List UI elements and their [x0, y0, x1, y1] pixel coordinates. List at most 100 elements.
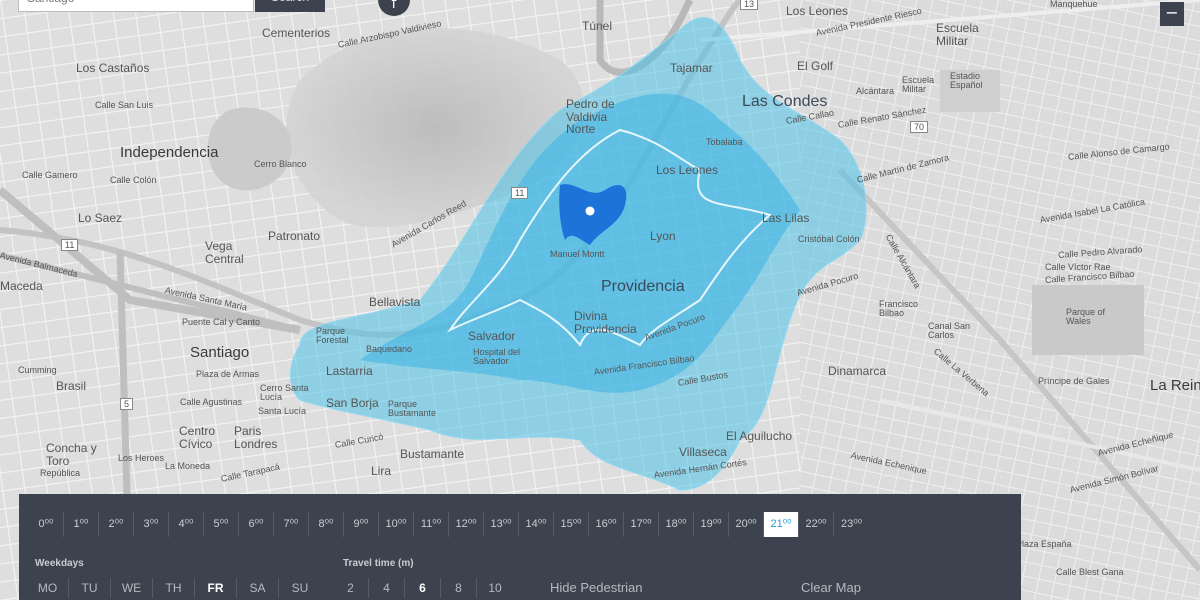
place-label-pedro-valdivia: Pedro de Valdivia Norte [566, 97, 615, 137]
hour-option[interactable]: 9⁰⁰ [344, 512, 379, 537]
weekday-option[interactable]: SA [237, 578, 279, 598]
place-label-la-moneda: La Moneda [165, 461, 211, 471]
place-label-las-condes: Las Condes [742, 93, 828, 110]
place-label-santa-lucia: Santa Lucía [258, 406, 307, 416]
weekday-option[interactable]: FR [195, 578, 237, 598]
place-label-lira: Lira [371, 464, 392, 478]
place-label-escuela-militar: Escuela Militar [936, 21, 979, 48]
locate-icon: f [391, 0, 397, 12]
travel-time-option[interactable]: 2 [333, 578, 369, 598]
place-label-parque-principe: Parque of Wales [1066, 307, 1106, 327]
travel-time-label: Travel time (m) [343, 558, 414, 569]
hour-option[interactable]: 0⁰⁰ [29, 512, 64, 537]
search-input[interactable]: Santiago [18, 0, 254, 12]
zoom-out-button[interactable]: − [1160, 2, 1184, 26]
place-label-santiago: Santiago [190, 344, 250, 361]
hour-option[interactable]: 13⁰⁰ [484, 512, 519, 537]
route-shield: 11 [511, 187, 529, 199]
place-label-tobalaba: Tobalaba [706, 137, 743, 147]
street-label-st-agustinas: Calle Agustinas [180, 397, 243, 407]
travel-time-option[interactable]: 8 [441, 578, 477, 598]
place-label-los-castanos: Los Castaños [76, 61, 150, 75]
route-shield: 70 [910, 121, 929, 133]
place-label-cementerios: Cementerios [262, 26, 331, 40]
weekday-selector: MO TU WE TH FR SA SU [27, 578, 321, 598]
time-control-panel: 0⁰⁰ 1⁰⁰ 2⁰⁰ 3⁰⁰ 4⁰⁰ 5⁰⁰ 6⁰⁰ 7⁰⁰ 8⁰⁰ 9⁰⁰ 10⁰⁰ 11⁰⁰ 12… [19, 494, 1021, 600]
origin-marker [585, 206, 595, 216]
place-label-la-reina: La Reina [1150, 377, 1200, 394]
route-shield: 13 [740, 0, 759, 10]
hide-pedestrian-button[interactable]: Hide Pedestrian [550, 580, 643, 595]
hour-option[interactable]: 21⁰⁰ [764, 512, 799, 537]
place-label-lastarria: Lastarria [326, 364, 373, 378]
place-label-vega-central: Vega Central [205, 239, 244, 266]
weekday-option[interactable]: TU [69, 578, 111, 598]
street-label-st-bandera: Puente Cal y Canto [182, 317, 261, 327]
hour-option[interactable]: 5⁰⁰ [204, 512, 239, 537]
street-label-st-san-luis: Calle San Luis [95, 100, 154, 110]
place-label-lyon: Lyon [650, 229, 676, 243]
hour-option[interactable]: 4⁰⁰ [169, 512, 204, 537]
weekday-option[interactable]: WE [111, 578, 153, 598]
travel-time-option[interactable]: 4 [369, 578, 405, 598]
hour-option[interactable]: 3⁰⁰ [134, 512, 169, 537]
place-label-san-borja: San Borja [326, 396, 379, 410]
place-label-los-leones-n: Los Leones [786, 4, 849, 18]
place-label-cerro-blanco: Cerro Blanco [254, 159, 307, 169]
hour-option[interactable]: 22⁰⁰ [799, 512, 834, 537]
place-label-el-aguilucho: El Aguilucho [726, 429, 793, 443]
route-shield: 11 [61, 239, 79, 251]
weekday-option[interactable]: MO [27, 578, 69, 598]
place-label-lo-saez: Lo Saez [78, 211, 123, 225]
hour-selector: 0⁰⁰ 1⁰⁰ 2⁰⁰ 3⁰⁰ 4⁰⁰ 5⁰⁰ 6⁰⁰ 7⁰⁰ 8⁰⁰ 9⁰⁰ 10⁰⁰ 11⁰⁰ 12… [29, 512, 869, 537]
place-label-brasil: Brasil [56, 379, 87, 393]
place-label-maceda: Maceda [0, 279, 43, 293]
hour-option[interactable]: 1⁰⁰ [64, 512, 99, 537]
hour-option[interactable]: 19⁰⁰ [694, 512, 729, 537]
place-label-independencia: Independencia [120, 144, 219, 161]
street-label-st-heroes: Los Heroes [118, 453, 165, 463]
place-label-cerro-santa-lucia: Cerro Santa Lucía [260, 383, 309, 403]
place-label-canal-san-carlos: Canal San Carlos [928, 321, 971, 341]
place-label-cristobal-colon: Cristóbal Colón [798, 234, 860, 244]
hour-option[interactable]: 17⁰⁰ [624, 512, 659, 537]
minus-icon: − [1165, 3, 1179, 22]
place-label-cumming: Cumming [18, 365, 57, 375]
hour-option[interactable]: 7⁰⁰ [274, 512, 309, 537]
clear-map-button[interactable]: Clear Map [801, 580, 861, 595]
place-label-providencia: Providencia [601, 278, 685, 295]
hour-option[interactable]: 16⁰⁰ [589, 512, 624, 537]
hour-option[interactable]: 15⁰⁰ [554, 512, 589, 537]
hour-option[interactable]: 18⁰⁰ [659, 512, 694, 537]
place-label-republica: República [40, 468, 81, 478]
hour-option[interactable]: 14⁰⁰ [519, 512, 554, 537]
place-label-bellavista: Bellavista [369, 295, 421, 309]
hour-option[interactable]: 6⁰⁰ [239, 512, 274, 537]
place-label-plaza-espana: Plaza España [1016, 539, 1072, 549]
place-label-concha-toro: Concha y Toro [46, 441, 97, 468]
weekday-option[interactable]: SU [279, 578, 321, 598]
street-label-st-gamero: Calle Gamero [22, 170, 78, 180]
hour-option[interactable]: 12⁰⁰ [449, 512, 484, 537]
hour-option[interactable]: 2⁰⁰ [99, 512, 134, 537]
travel-time-option[interactable]: 10 [477, 578, 513, 598]
travel-time-selector: 2 4 6 8 10 [333, 578, 513, 598]
place-label-parque-bustamante: Parque Bustamante [388, 399, 437, 419]
hour-option[interactable]: 11⁰⁰ [414, 512, 449, 537]
street-label-st-blest-gana: Calle Blest Gana [1056, 567, 1124, 577]
place-label-escuela-militar-st: Escuela Militar [902, 75, 935, 95]
hour-option[interactable]: 20⁰⁰ [729, 512, 764, 537]
hour-option[interactable]: 10⁰⁰ [379, 512, 414, 537]
weekdays-label: Weekdays [35, 558, 84, 569]
place-label-principe-gales: Príncipe de Gales [1038, 376, 1110, 386]
place-label-hospital-salvador: Hospital del Salvador [473, 347, 521, 367]
hour-option[interactable]: 8⁰⁰ [309, 512, 344, 537]
place-label-plaza-armas: Plaza de Armas [196, 369, 260, 379]
place-label-los-leones-c: Los Leones [656, 163, 719, 177]
search-button[interactable]: Search [255, 0, 325, 12]
place-label-alcantara: Alcántara [856, 86, 895, 96]
weekday-option[interactable]: TH [153, 578, 195, 598]
place-label-tunel: Túnel [582, 19, 613, 33]
hour-option[interactable]: 23⁰⁰ [834, 512, 869, 537]
travel-time-option[interactable]: 6 [405, 578, 441, 598]
